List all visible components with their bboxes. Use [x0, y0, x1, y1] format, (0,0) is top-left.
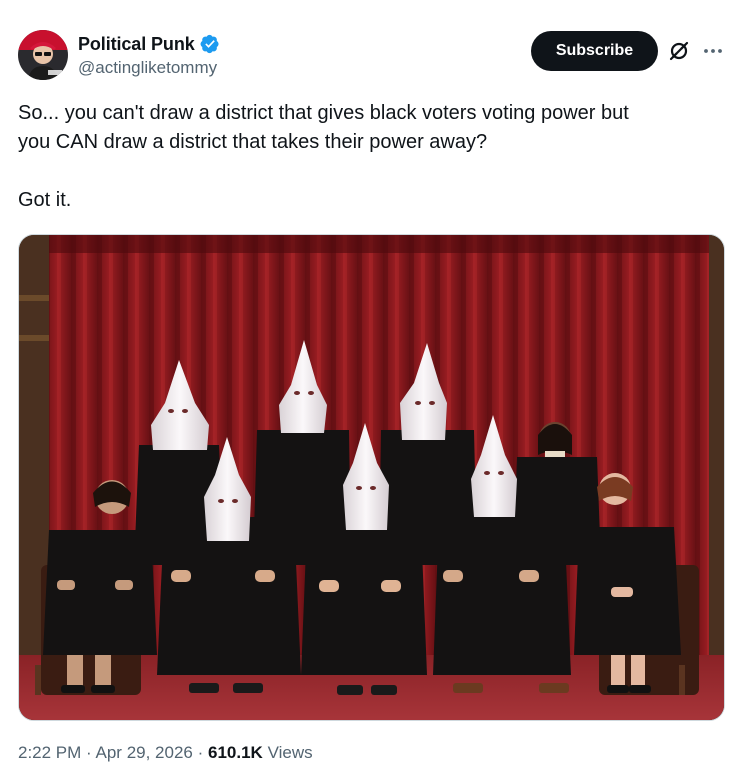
more-horizontal-icon[interactable]: [702, 40, 724, 62]
meta-separator: ·: [86, 743, 92, 762]
views-count: 610.1K: [208, 743, 263, 762]
tweet-text-line: Got it.: [18, 189, 72, 211]
tweet-text: So... you can't draw a district that giv…: [18, 99, 718, 215]
tweet-image[interactable]: [18, 234, 725, 721]
tweet-container: Political Punk @actingliketommy Subscrib…: [0, 0, 744, 779]
meta-separator: ·: [197, 743, 204, 762]
tweet-meta: 2:22 PM · Apr 29, 2026 · 610.1K Views: [18, 743, 313, 763]
tweet-date: Apr 29, 2026: [95, 743, 193, 762]
tweet-text-line: So... you can't draw a district that giv…: [18, 102, 629, 124]
tweet-timestamp[interactable]: 2:22 PM · Apr 29, 2026: [18, 743, 193, 762]
views-label: Views: [267, 743, 313, 762]
verified-badge-icon[interactable]: [200, 34, 220, 54]
author-handle[interactable]: @actingliketommy: [78, 58, 220, 78]
tweet-time: 2:22 PM: [18, 743, 82, 762]
grok-icon[interactable]: [668, 40, 690, 62]
subscribe-button[interactable]: Subscribe: [531, 31, 658, 71]
display-name[interactable]: Political Punk: [78, 34, 195, 55]
author-block: Political Punk @actingliketommy: [78, 33, 220, 78]
tweet-text-line: you CAN draw a district that takes their…: [18, 131, 488, 153]
avatar[interactable]: [18, 30, 68, 80]
